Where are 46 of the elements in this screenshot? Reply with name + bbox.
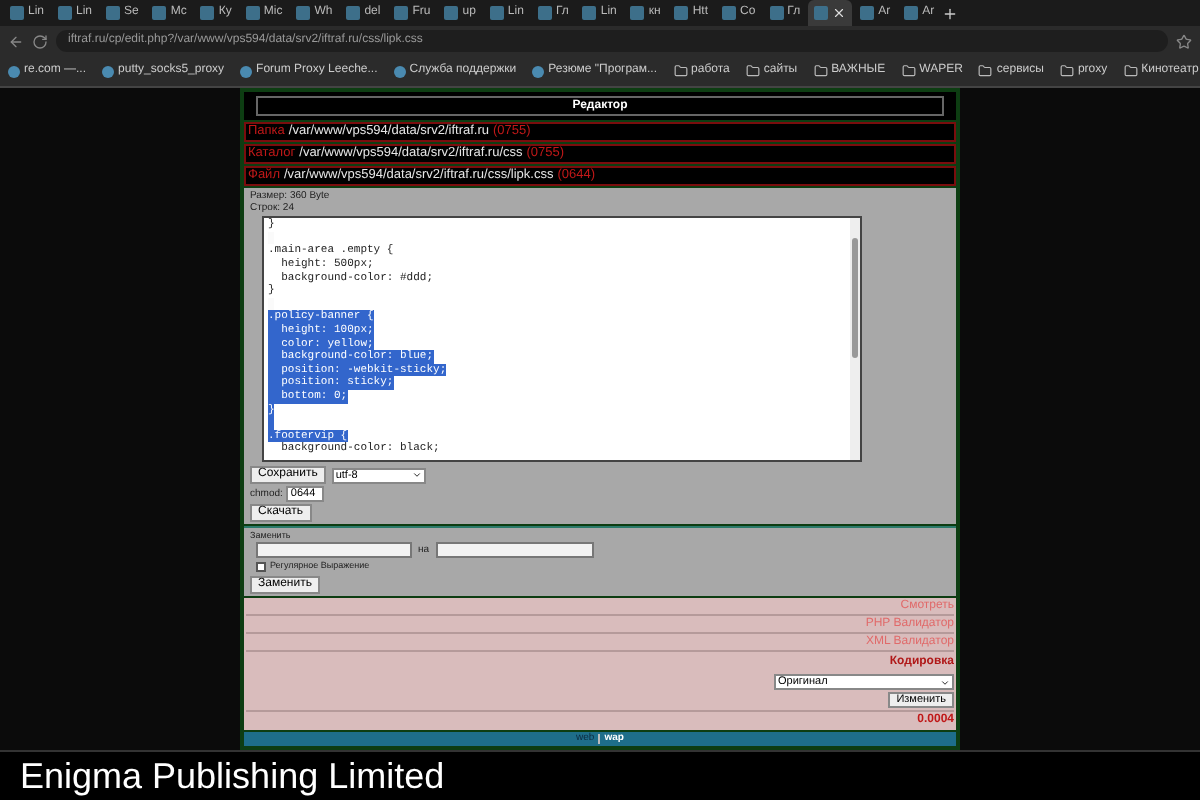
favicon-icon	[8, 65, 20, 78]
favicon-icon	[722, 6, 736, 21]
favicon-icon	[346, 6, 361, 21]
favicon-icon	[10, 6, 24, 21]
folder-icon	[673, 64, 688, 79]
scrollbar[interactable]	[850, 218, 860, 461]
video-caption: Enigma Publishing Limited	[20, 753, 445, 800]
folder-icon	[745, 64, 760, 79]
favicon-icon	[582, 6, 597, 21]
back-icon[interactable]	[8, 33, 24, 50]
folder-icon	[1059, 64, 1074, 79]
favicon-icon	[240, 65, 253, 78]
favicon-icon	[537, 6, 552, 21]
star-icon[interactable]	[1176, 33, 1192, 50]
replace-field[interactable]	[435, 542, 594, 559]
folder-icon	[813, 64, 828, 79]
close-icon[interactable]	[832, 6, 847, 21]
favicon-icon	[296, 6, 311, 21]
caret-icon	[411, 470, 422, 481]
regex-checkbox[interactable]	[256, 562, 266, 573]
favicon-icon	[444, 6, 459, 21]
reload-icon[interactable]	[32, 33, 48, 50]
folder-icon	[901, 64, 916, 79]
favicon-icon	[489, 6, 504, 21]
code-editor[interactable]	[262, 216, 862, 463]
favicon-icon	[769, 6, 784, 21]
favicon-icon	[245, 6, 260, 21]
favicon-icon	[904, 6, 919, 21]
find-field[interactable]	[256, 542, 412, 559]
new-tab-icon[interactable]	[942, 5, 959, 22]
favicon-icon	[630, 6, 645, 21]
favicon-icon	[393, 65, 406, 78]
favicon-icon	[814, 6, 829, 21]
favicon-icon	[200, 6, 215, 21]
folder-icon	[978, 64, 993, 79]
favicon-icon	[102, 65, 115, 78]
favicon-icon	[394, 6, 409, 21]
browser-tab[interactable]	[808, 0, 853, 27]
favicon-icon	[674, 6, 689, 21]
favicon-icon	[58, 6, 73, 21]
favicon-icon	[106, 6, 121, 21]
favicon-icon	[152, 6, 167, 21]
folder-icon	[1123, 64, 1138, 79]
favicon-icon	[532, 65, 545, 78]
caret-icon	[940, 677, 950, 687]
favicon-icon	[860, 6, 875, 21]
